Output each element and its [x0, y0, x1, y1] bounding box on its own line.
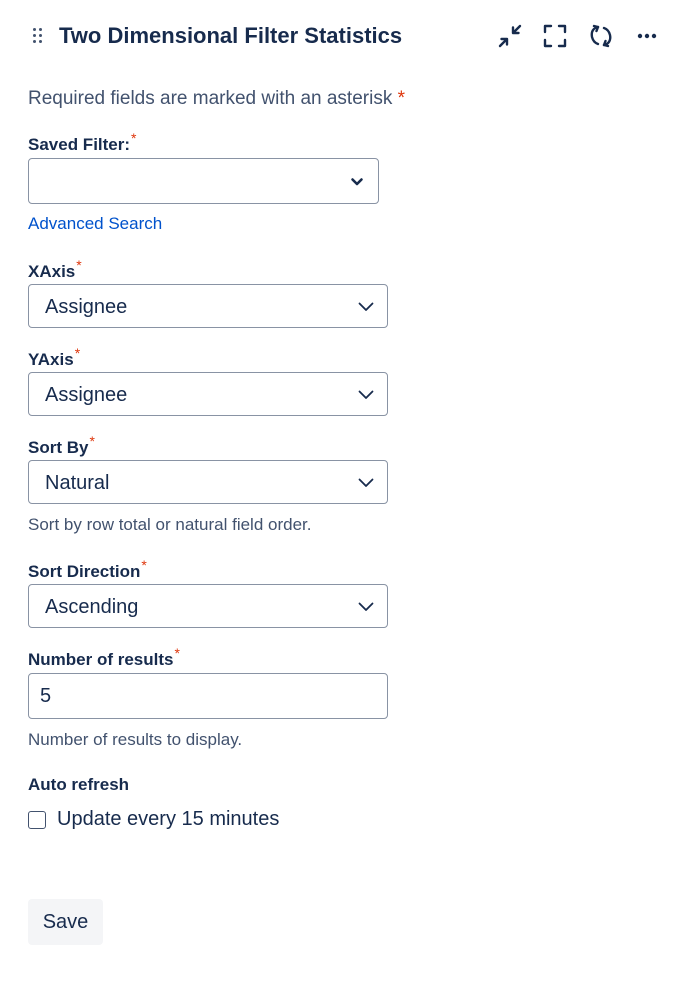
minimize-icon[interactable] [496, 22, 524, 50]
sort-by-value: Natural [45, 472, 110, 494]
sort-by-label-text: Sort By [28, 438, 89, 457]
auto-refresh-label: Auto refresh [28, 775, 130, 794]
saved-filter-label-text: Saved Filter: [28, 135, 131, 154]
chevron-down-icon [358, 478, 374, 487]
gadget-header: Two Dimensional Filter Statistics [0, 0, 689, 74]
required-note-text: Required fields are marked with an aster… [28, 88, 393, 109]
sort-by-select[interactable]: Natural [28, 460, 388, 504]
auto-refresh-checkbox[interactable] [28, 811, 46, 829]
chevron-down-icon [351, 178, 363, 186]
required-asterisk: * [174, 645, 180, 661]
yaxis-value: Assignee [45, 384, 128, 406]
xaxis-label-text: XAxis [28, 262, 76, 281]
sort-direction-value: Ascending [45, 596, 139, 618]
drag-handle-icon[interactable] [33, 28, 43, 46]
required-asterisk: * [131, 130, 137, 146]
required-asterisk: * [76, 257, 82, 273]
yaxis-select[interactable]: Assignee [28, 372, 388, 416]
xaxis-value: Assignee [45, 296, 128, 318]
number-of-results-help: Number of results to display. [28, 730, 243, 749]
sort-direction-select[interactable]: Ascending [28, 584, 388, 628]
fullscreen-icon[interactable] [541, 22, 569, 50]
sort-direction-label-text: Sort Direction [28, 562, 141, 581]
required-asterisk: * [141, 557, 147, 573]
auto-refresh-checkbox-label[interactable]: Update every 15 minutes [57, 808, 279, 831]
more-icon[interactable] [633, 22, 661, 50]
sort-direction-label: Sort Direction* [28, 557, 147, 582]
saved-filter-label: Saved Filter:* [28, 130, 137, 155]
saved-filter-select[interactable] [28, 158, 379, 204]
save-button[interactable]: Save [28, 899, 103, 945]
gadget-title: Two Dimensional Filter Statistics [59, 23, 403, 48]
advanced-search-link[interactable]: Advanced Search [28, 214, 162, 234]
sort-by-label: Sort By* [28, 433, 95, 458]
chevron-down-icon [358, 602, 374, 611]
required-fields-note: Required fields are marked with an aster… [28, 88, 405, 110]
yaxis-label-text: YAxis [28, 350, 74, 369]
required-asterisk: * [74, 345, 81, 361]
refresh-icon[interactable] [587, 22, 615, 50]
xaxis-label: XAxis* [28, 257, 82, 282]
yaxis-label: YAxis* [28, 345, 80, 370]
required-asterisk: * [397, 88, 406, 109]
xaxis-select[interactable]: Assignee [28, 284, 388, 328]
required-asterisk: * [89, 433, 95, 449]
sort-by-help: Sort by row total or natural field order… [28, 515, 312, 534]
number-of-results-label-text: Number of results [28, 650, 174, 669]
chevron-down-icon [358, 390, 374, 399]
chevron-down-icon [358, 302, 374, 311]
number-of-results-label: Number of results* [28, 645, 180, 670]
number-of-results-input[interactable] [28, 673, 388, 719]
